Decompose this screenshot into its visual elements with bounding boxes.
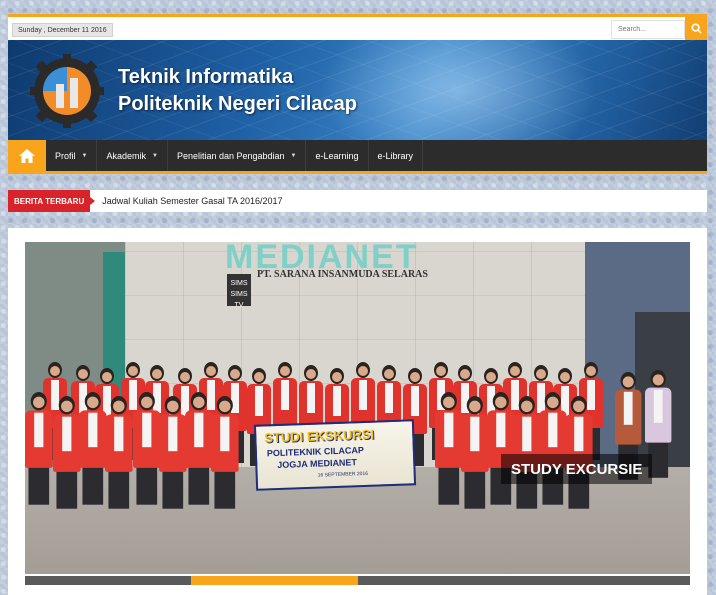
- site-title[interactable]: Teknik Informatika Politeknik Negeri Cil…: [118, 64, 357, 118]
- slider-dot[interactable]: [357, 576, 524, 585]
- nav-item-label: Penelitian dan Pengabdian: [176, 150, 285, 161]
- home-icon: [19, 148, 35, 163]
- breaking-news-bar: BERITA TERBARU Jadwal Kuliah Semester Ga…: [8, 190, 707, 212]
- breaking-news-link[interactable]: Jadwal Kuliah Semester Gasal TA 2016/201…: [90, 196, 282, 206]
- slider-image[interactable]: MEDIANET SIMS SIMS TV PT. SARANA INSANMU…: [25, 242, 690, 574]
- nav-item-label: Akademik: [106, 150, 146, 161]
- slider-dot[interactable]: [191, 576, 358, 585]
- photo-sims-sign: SIMS SIMS TV: [227, 274, 251, 309]
- site-title-line1: Teknik Informatika: [118, 66, 294, 88]
- slider-pagination: [25, 576, 690, 585]
- caret-down-icon: ▼: [290, 152, 297, 159]
- search-icon: [690, 23, 702, 34]
- banner-line1: POLITEKNIK CILACAP: [266, 444, 365, 459]
- search-button[interactable]: [685, 17, 707, 40]
- caret-down-icon: ▼: [151, 152, 158, 159]
- breaking-news-label: BERITA TERBARU: [8, 190, 96, 212]
- search-input[interactable]: [611, 20, 685, 39]
- site-title-line2: Politeknik Negeri Cilacap: [118, 93, 357, 115]
- page-wrapper: Sunday , December 11 2016 Search... Tekn…: [8, 14, 707, 174]
- nav-item-profil[interactable]: Profil ▼: [46, 140, 98, 171]
- photo-sims-text: SIMS: [230, 280, 248, 287]
- site-header: Teknik Informatika Politeknik Negeri Cil…: [8, 40, 707, 140]
- current-date: Sunday , December 11 2016: [12, 23, 113, 37]
- nav-item-penelitian[interactable]: Penelitian dan Pengabdian ▼: [168, 140, 307, 171]
- nav-item-akademik[interactable]: Akademik ▼: [97, 140, 168, 171]
- site-logo[interactable]: [30, 54, 104, 128]
- photo-banner: STUDI EKSKURSI POLITEKNIK CILACAP JOGJA …: [253, 419, 417, 491]
- slide-caption[interactable]: STUDY EXCURSIE: [501, 454, 653, 484]
- slider-dot[interactable]: [523, 576, 690, 585]
- main-nav: Profil ▼ Akademik ▼ Penelitian dan Penga…: [8, 140, 707, 174]
- nav-item-elearning[interactable]: e-Learning: [306, 140, 369, 171]
- banner-date: 16 SEPTEMBER 2016: [317, 470, 369, 479]
- top-bar: Sunday , December 11 2016: [8, 14, 707, 40]
- nav-item-label: Profil: [55, 150, 76, 161]
- nav-item-label: e-Learning: [315, 150, 359, 161]
- nav-home-button[interactable]: [8, 140, 46, 171]
- nav-item-label: e-Library: [377, 150, 414, 161]
- nav-item-elibrary[interactable]: e-Library: [369, 140, 424, 171]
- banner-title: STUDI EKSKURSI: [264, 426, 375, 446]
- caret-down-icon: ▼: [81, 152, 88, 159]
- photo-sims-tv-text: SIMS TV: [230, 291, 248, 309]
- banner-line2: JOGJA MEDIANET: [277, 457, 358, 471]
- photo-company-text: PT. SARANA INSANMUDA SELARAS: [257, 269, 428, 280]
- slider-dot[interactable]: [25, 576, 192, 585]
- featured-slider-section: MEDIANET SIMS SIMS TV PT. SARANA INSANMU…: [8, 228, 707, 595]
